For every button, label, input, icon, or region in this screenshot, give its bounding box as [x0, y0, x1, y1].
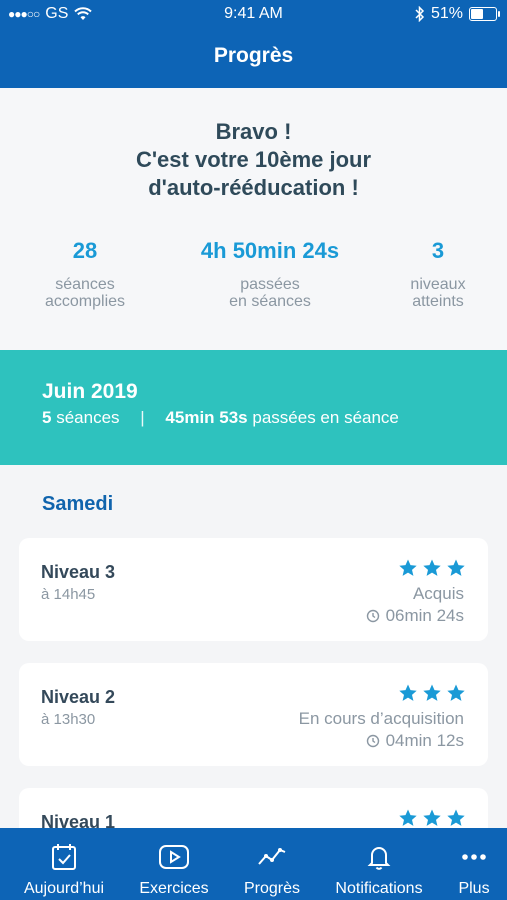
tab-exercises[interactable]: Exercices: [112, 828, 236, 900]
top-bar: ●●●○○ GS 9:41 AM 51% Progrès: [0, 0, 507, 88]
session-duration: 04min 12s: [366, 731, 464, 751]
month-time-spent: 45min 53s: [165, 408, 248, 427]
month-banner[interactable]: Juin 2019 5 séances | 45min 53s passées …: [0, 350, 507, 465]
chart-line-icon: [258, 848, 286, 865]
tab-label: Notifications: [335, 880, 423, 897]
calendar-check-icon: [52, 844, 76, 870]
star-icon: [399, 559, 417, 576]
battery-icon: [469, 7, 500, 21]
stat-levels: 3 niveaux atteints: [388, 238, 488, 310]
stat-value: 28: [72, 238, 98, 263]
month-sessions-label: séances: [56, 408, 120, 427]
tab-label: Aujourd’hui: [23, 880, 105, 897]
month-stats: 5 séances | 45min 53s passées en séance: [42, 408, 399, 428]
more-icon: [462, 854, 486, 860]
tab-progress[interactable]: Progrès: [222, 828, 322, 900]
stats-row: 28 séances accomplies 4h 50min 24s passé…: [0, 238, 507, 318]
star-icon: [399, 684, 417, 701]
month-time-label: passées en séance: [252, 408, 399, 427]
bluetooth-icon: [415, 6, 425, 22]
tab-today[interactable]: Aujourd’hui: [0, 828, 128, 900]
month-name: Juin 2019: [42, 380, 138, 403]
session-level: Niveau 3: [41, 562, 116, 582]
star-icon: [423, 809, 441, 826]
star-icon: [447, 559, 465, 576]
session-level: Niveau 2: [41, 687, 116, 707]
play-icon: [159, 845, 189, 869]
stat-sessions: 28 séances accomplies: [20, 238, 150, 310]
star-icon: [447, 809, 465, 826]
session-status: Acquis: [412, 584, 464, 603]
session-time: à 13h30: [41, 711, 96, 728]
duration-value: 04min 12s: [385, 731, 464, 750]
stat-time: 4h 50min 24s passées en séances: [170, 238, 370, 310]
star-icon: [423, 559, 441, 576]
congrats-line: C'est votre 10ème jour: [135, 147, 372, 172]
session-status: En cours d’acquisition: [298, 709, 464, 728]
congrats-message: Bravo ! C'est votre 10ème jour d'auto-ré…: [0, 118, 507, 202]
duration-value: 06min 24s: [385, 606, 464, 625]
star-rating: [398, 683, 466, 703]
tab-label: Progrès: [243, 880, 301, 897]
day-label: Samedi: [42, 493, 114, 515]
bell-icon: [367, 847, 391, 870]
separator: |: [140, 408, 145, 427]
stat-label: séances accomplies: [44, 276, 126, 310]
congrats-line: Bravo !: [215, 119, 292, 144]
tab-notifications[interactable]: Notifications: [322, 828, 436, 900]
stat-label: passées en séances: [229, 276, 311, 310]
status-right: 51%: [415, 5, 500, 23]
tab-bar: Aujourd’hui Exercices Progrès Notificati…: [0, 828, 507, 900]
star-icon: [447, 684, 465, 701]
stat-value: 3: [431, 238, 445, 263]
star-rating: [398, 558, 466, 578]
stat-label: niveaux atteints: [410, 276, 466, 310]
battery-percent: 51%: [430, 5, 463, 22]
summary-section: Bravo ! C'est votre 10ème jour d'auto-ré…: [0, 88, 507, 350]
tab-label: Plus: [458, 880, 490, 897]
tab-more[interactable]: Plus: [444, 828, 504, 900]
timer-icon: [366, 734, 379, 748]
status-bar: ●●●○○ GS 9:41 AM 51%: [0, 0, 507, 30]
congrats-line: d'auto-rééducation !: [148, 175, 359, 200]
month-sessions-count: 5: [42, 408, 52, 427]
star-rating: [398, 808, 466, 828]
session-card[interactable]: Niveau 2 à 13h30 En cours d’acquisition …: [19, 663, 488, 766]
session-card[interactable]: Niveau 3 à 14h45 Acquis 06min 24s: [19, 538, 488, 641]
session-time: à 14h45: [41, 586, 96, 603]
page-title: Progrès: [213, 44, 294, 67]
timer-icon: [366, 609, 379, 623]
stat-value: 4h 50min 24s: [200, 238, 340, 263]
tab-label: Exercices: [139, 880, 209, 897]
session-duration: 06min 24s: [366, 606, 464, 626]
star-icon: [399, 809, 417, 826]
star-icon: [423, 684, 441, 701]
